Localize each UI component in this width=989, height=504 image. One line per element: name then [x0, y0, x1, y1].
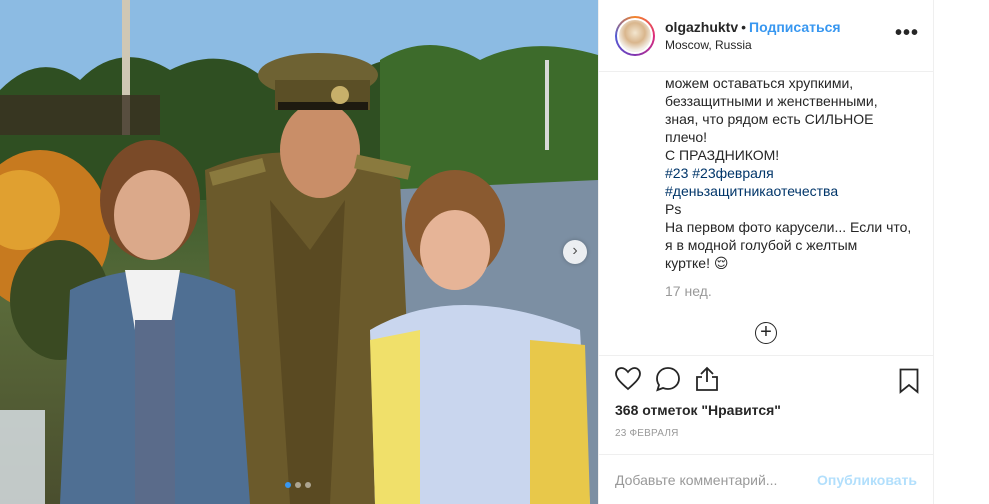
more-options-icon[interactable]: •••	[895, 22, 919, 45]
caption-line: я в модной голубой с желтым	[665, 237, 858, 253]
caption-line: На первом фото карусели... Если что,	[665, 219, 912, 235]
bookmark-icon[interactable]	[899, 368, 919, 399]
heart-icon[interactable]	[615, 366, 641, 396]
caption-line: куртке! 😌	[665, 255, 729, 271]
caption-line: беззащитными и женственными,	[665, 93, 878, 109]
caption-line: зная, что рядом есть СИЛЬНОЕ	[665, 111, 874, 127]
post-header: olgazhuktv • Подписаться Moscow, Russia ••…	[599, 0, 933, 72]
share-icon[interactable]	[695, 366, 719, 397]
header-text: olgazhuktv • Подписаться Moscow, Russia	[665, 19, 841, 53]
comment-box: Опубликовать	[599, 454, 933, 504]
photo-illustration	[0, 0, 598, 504]
separator-dot: •	[741, 18, 747, 35]
carousel-dot	[305, 482, 311, 488]
carousel-next-button[interactable]: ›	[563, 240, 587, 264]
publish-button[interactable]: Опубликовать	[817, 472, 917, 488]
avatar[interactable]	[617, 17, 653, 54]
post-time-ago[interactable]: 17 нед.	[665, 282, 917, 300]
hashtag-link[interactable]: #деньзащитникаотечества	[665, 182, 917, 200]
story-ring[interactable]	[615, 15, 655, 56]
caption: можем оставаться хрупкими, беззащитными …	[599, 72, 933, 355]
caption-line: можем оставаться хрупкими,	[665, 75, 854, 91]
comment-icon[interactable]	[655, 366, 681, 397]
likes-count[interactable]: 368 отметок "Нравится"	[615, 402, 917, 418]
caption-line: Ps	[665, 201, 682, 217]
carousel-dot	[285, 482, 291, 488]
post-date[interactable]: 23 ФЕВРАЛЯ	[615, 428, 917, 439]
location-link[interactable]: Moscow, Russia	[665, 37, 841, 53]
carousel-dots	[285, 482, 311, 488]
comment-input[interactable]	[615, 471, 818, 488]
carousel-dot	[295, 482, 301, 488]
post-details-pane: olgazhuktv • Подписаться Moscow, Russia ••…	[598, 0, 934, 504]
load-more-comments-icon[interactable]: +	[755, 322, 777, 344]
caption-line: С ПРАЗДНИКОМ!	[665, 147, 780, 163]
follow-button[interactable]: Подписаться	[749, 19, 841, 35]
caption-line: плечо!	[665, 129, 708, 145]
post-photo[interactable]: ›	[0, 0, 598, 504]
username-link[interactable]: olgazhuktv	[665, 19, 738, 35]
hashtag-links[interactable]: #23 #23февраля	[665, 164, 917, 182]
